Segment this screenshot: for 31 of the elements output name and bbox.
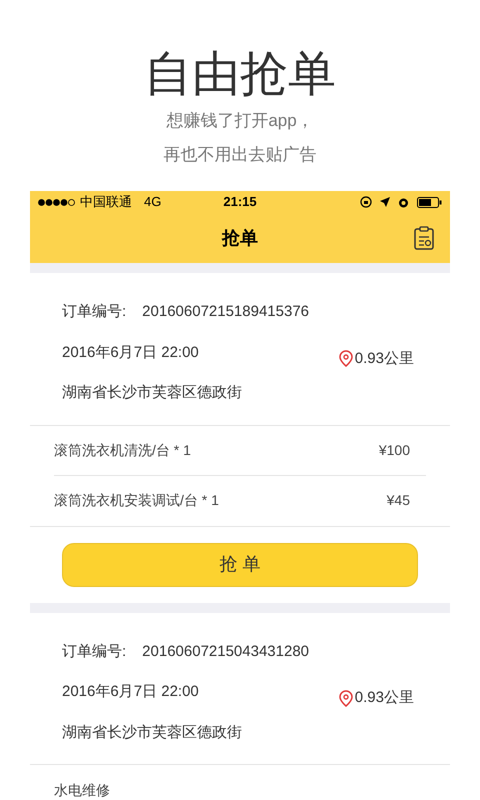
location-arrow-icon — [380, 197, 390, 207]
rotation-lock-icon — [360, 196, 372, 208]
network-text: 4G — [144, 193, 162, 212]
service-item: 滚筒洗衣机清洗/台 * 1 — [54, 440, 191, 460]
service-item: 水电维修 — [54, 780, 110, 800]
order-datetime: 2016年6月7日 22:00 — [62, 682, 199, 702]
order-number: 20160607215189415376 — [142, 302, 310, 322]
promo-tagline: 再也不用出去贴广告 — [164, 144, 316, 166]
grab-order-button[interactable]: 抢 单 — [62, 542, 418, 586]
location-pin-icon — [338, 350, 353, 368]
carrier-text: 中国联通 — [80, 193, 132, 212]
signal-icon — [38, 198, 76, 206]
order-address: 湖南省长沙市芙蓉区德政街 — [62, 383, 243, 403]
service-item: 滚筒洗衣机安装调试/台 * 1 — [54, 491, 219, 510]
battery-icon — [417, 196, 442, 208]
order-number: 20160607215043431280 — [142, 642, 310, 662]
clipboard-icon[interactable] — [414, 226, 434, 250]
service-price: ¥100 — [378, 440, 410, 460]
clock-text: 21:15 — [223, 193, 257, 212]
location-pin-icon — [338, 690, 353, 707]
distance-text: 0.93公里 — [354, 688, 414, 708]
service-price: ¥45 — [386, 491, 410, 510]
alarm-icon — [398, 196, 409, 208]
promo-headline: 自由抢单 — [144, 47, 336, 103]
order-number-label: 订单编号: — [62, 302, 126, 322]
order-number-label: 订单编号: — [62, 642, 126, 662]
nav-title: 抢单 — [222, 226, 258, 250]
promo-tagline: 想赚钱了打开app， — [166, 110, 314, 132]
distance-text: 0.93公里 — [354, 348, 414, 368]
order-datetime: 2016年6月7日 22:00 — [62, 342, 199, 362]
order-address: 湖南省长沙市芙蓉区德政街 — [62, 722, 243, 742]
